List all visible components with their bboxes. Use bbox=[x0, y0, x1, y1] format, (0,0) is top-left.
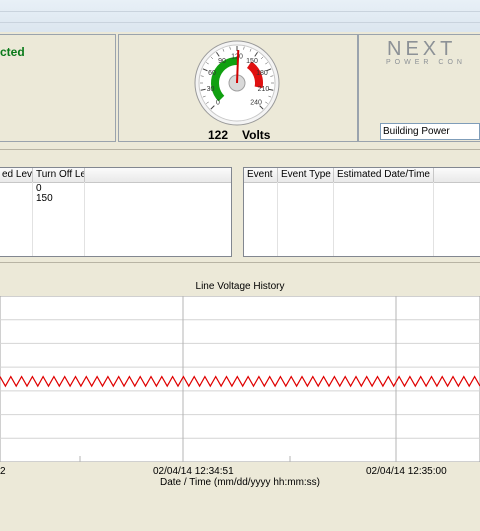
gauge-tick-label: 180 bbox=[256, 70, 268, 77]
gauge-tick-label: 0 bbox=[216, 100, 220, 107]
x-tick-label: 02/04/14 12:34:51 bbox=[153, 466, 234, 477]
table-cell[interactable]: 150 bbox=[36, 193, 53, 204]
col-header-level[interactable]: ed Level bbox=[0, 168, 33, 182]
voltage-gauge: 0306090120150180210240 bbox=[194, 40, 280, 126]
col-header-estimated-date-time[interactable]: Estimated Date/Time bbox=[334, 168, 434, 182]
events-table-header: Event Event Type Estimated Date/Time bbox=[244, 168, 480, 183]
gauge-tick-label: 150 bbox=[246, 58, 258, 65]
x-tick-label: 2 bbox=[0, 466, 6, 477]
load-levels-table[interactable]: ed Level Turn Off Level 0 150 bbox=[0, 167, 232, 257]
building-name-input[interactable]: Building Power bbox=[380, 123, 480, 140]
brand-logo: NEXT bbox=[387, 38, 457, 60]
events-table[interactable]: Event Event Type Estimated Date/Time bbox=[243, 167, 480, 257]
voltage-unit: Volts bbox=[242, 128, 271, 142]
gauge-needle bbox=[236, 49, 240, 84]
gauge-tick-label: 240 bbox=[250, 100, 262, 107]
voltage-readout: 122 Volts bbox=[208, 128, 270, 142]
col-header-turn-off-level[interactable]: Turn Off Level bbox=[33, 168, 85, 182]
brand-logo-subtitle: POWER CON bbox=[386, 59, 466, 66]
connection-status-text: cted bbox=[0, 45, 25, 59]
x-axis-label: Date / Time (mm/dd/yyyy hh:mm:ss) bbox=[159, 477, 321, 488]
chart-title: Line Voltage History bbox=[195, 281, 285, 292]
voltage-value: 122 bbox=[208, 128, 229, 142]
section-divider bbox=[0, 149, 480, 150]
load-table-header: ed Level Turn Off Level bbox=[0, 168, 231, 183]
col-header-event[interactable]: Event bbox=[244, 168, 278, 182]
gauge-tick-label: 60 bbox=[208, 70, 216, 77]
voltage-history-chart bbox=[0, 296, 480, 462]
window-top-strip bbox=[0, 0, 480, 32]
gauge-tick-label: 30 bbox=[207, 86, 215, 93]
col-header-event-type[interactable]: Event Type bbox=[278, 168, 334, 182]
gauge-tick-label: 210 bbox=[258, 86, 270, 93]
x-tick-label: 02/04/14 12:35:00 bbox=[366, 466, 447, 477]
gauge-tick-label: 90 bbox=[218, 58, 226, 65]
